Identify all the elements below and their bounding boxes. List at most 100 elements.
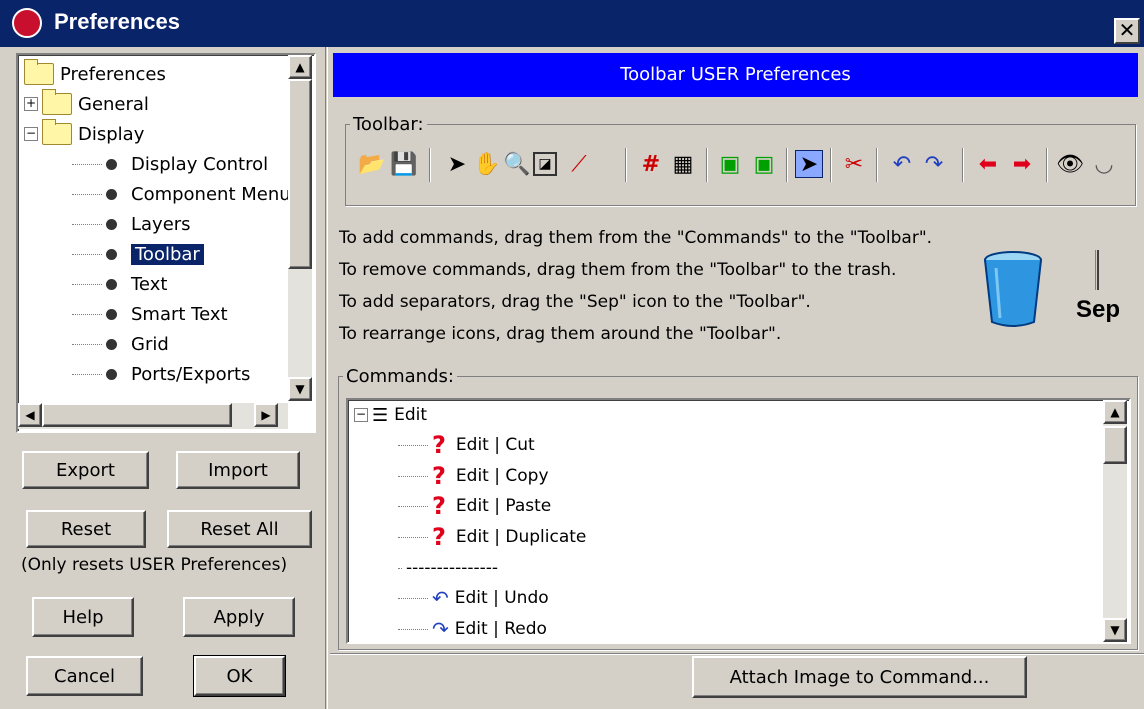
wire-icon[interactable]: ⟋ — [565, 150, 593, 178]
import-button[interactable]: Import — [176, 451, 300, 489]
separator-icon[interactable] — [1095, 250, 1099, 290]
title-bar: Preferences ✕ — [0, 0, 1144, 47]
undo-icon: ↶ — [432, 586, 449, 610]
apply-button[interactable]: Apply — [183, 597, 295, 637]
tree-item-component-menu[interactable]: Component Menu — [72, 179, 291, 209]
reset-all-button[interactable]: Reset All — [167, 510, 312, 548]
command-item[interactable]: ↷ Edit | Redo — [398, 614, 547, 642]
reset-note: (Only resets USER Preferences) — [21, 555, 288, 575]
instruction-line: To add commands, drag them from the "Com… — [339, 228, 933, 248]
command-label: Edit | Copy — [455, 466, 549, 486]
open-icon[interactable]: 📂 — [358, 150, 386, 178]
zoom-icon[interactable]: 🔍 — [503, 150, 531, 178]
tree-item-label: Layers — [131, 213, 191, 235]
scroll-thumb[interactable] — [288, 79, 312, 269]
pan-hand-icon[interactable]: ✋ — [473, 150, 501, 178]
command-separator[interactable]: --------------- — [398, 553, 498, 583]
tree-vertical-scrollbar[interactable]: ▲ ▼ — [288, 55, 312, 401]
section-header: Toolbar USER Preferences — [333, 53, 1138, 97]
toolbar-separator[interactable] — [429, 148, 431, 182]
fit-icon[interactable]: ◪ — [533, 152, 557, 176]
toolbar-separator[interactable] — [786, 148, 788, 182]
reset-button[interactable]: Reset — [26, 510, 146, 548]
export-button[interactable]: Export — [22, 451, 149, 489]
tree-item-text[interactable]: Text — [72, 269, 167, 299]
list-icon: ☰ — [372, 404, 389, 426]
attach-image-button[interactable]: Attach Image to Command... — [692, 656, 1027, 698]
tree-item-preferences[interactable]: Preferences — [24, 59, 166, 89]
redo-icon[interactable]: ↷ — [920, 150, 948, 178]
select-special-icon[interactable]: ➤ — [795, 150, 823, 178]
tree-item-label: Smart Text — [131, 303, 228, 325]
toolbar-separator[interactable] — [876, 148, 878, 182]
ok-button[interactable]: OK — [194, 656, 285, 696]
command-label: Edit | Paste — [455, 496, 552, 516]
command-label: Edit | Cut — [455, 435, 535, 455]
tree-item-layers[interactable]: Layers — [72, 209, 191, 239]
command-item[interactable]: ? Edit | Copy — [398, 461, 549, 491]
command-item[interactable]: ? Edit | Paste — [398, 491, 551, 521]
show-icon[interactable]: 👁 — [1056, 150, 1084, 178]
sep-label: Sep — [1076, 296, 1121, 323]
undo-icon[interactable]: ↶ — [888, 150, 916, 178]
commands-vertical-scrollbar[interactable]: ▲ ▼ — [1103, 400, 1127, 642]
scroll-left-icon[interactable]: ◀ — [18, 403, 42, 427]
command-group-label: Edit — [394, 405, 428, 425]
port-icon[interactable]: ▣ — [716, 150, 744, 178]
expand-icon[interactable]: + — [24, 97, 38, 111]
hide-icon[interactable]: ◡ — [1090, 150, 1118, 178]
trash-icon[interactable] — [982, 250, 1044, 330]
toolbar-separator[interactable] — [1046, 148, 1048, 182]
toolbar-separator[interactable] — [706, 148, 708, 182]
tools-icon[interactable]: ✂ — [840, 150, 868, 178]
cancel-button[interactable]: Cancel — [26, 656, 143, 696]
scroll-up-icon[interactable]: ▲ — [1103, 400, 1127, 424]
redo-icon: ↷ — [432, 617, 449, 641]
toolbar-separator[interactable] — [830, 148, 832, 182]
forward-arrow-icon[interactable]: ➡ — [1008, 150, 1036, 178]
tree-horizontal-scrollbar[interactable]: ◀ ▶ — [18, 403, 288, 429]
tree-item-general[interactable]: + General — [24, 89, 149, 119]
export-icon[interactable]: ▣ — [750, 150, 778, 178]
select-arrow-icon[interactable]: ➤ — [443, 150, 471, 178]
toolbar-separator[interactable] — [962, 148, 964, 182]
tree-item-display[interactable]: − Display — [24, 119, 144, 149]
tree-item-display-control[interactable]: Display Control — [72, 149, 268, 179]
scroll-thumb[interactable] — [1103, 426, 1127, 464]
tree-item-label: Toolbar — [131, 243, 204, 265]
grid-icon[interactable]: # — [637, 150, 665, 178]
scroll-down-icon[interactable]: ▼ — [288, 377, 312, 401]
grid-align-icon[interactable]: ▦ — [669, 150, 697, 178]
missing-image-icon: ? — [432, 462, 446, 490]
back-arrow-icon[interactable]: ⬅ — [974, 150, 1002, 178]
tree-item-label: Display — [78, 123, 145, 145]
scroll-right-icon[interactable]: ▶ — [254, 403, 278, 427]
scroll-thumb-horizontal[interactable] — [42, 403, 232, 427]
pane-divider[interactable] — [325, 47, 328, 709]
tree-item-smart-text[interactable]: Smart Text — [72, 299, 228, 329]
help-button[interactable]: Help — [32, 597, 134, 637]
save-icon[interactable]: 💾 — [390, 150, 418, 178]
command-group-edit[interactable]: − ☰ Edit — [354, 400, 427, 430]
collapse-icon[interactable]: − — [24, 127, 38, 141]
scroll-up-icon[interactable]: ▲ — [288, 55, 312, 79]
command-item[interactable]: ? Edit | Duplicate — [398, 522, 586, 552]
instruction-line: To add separators, drag the "Sep" icon t… — [339, 292, 811, 312]
close-button[interactable]: ✕ — [1114, 18, 1140, 44]
tree-item-toolbar[interactable]: Toolbar — [72, 239, 204, 269]
bullet-icon — [106, 278, 117, 290]
bullet-icon — [106, 218, 117, 230]
tree-item-label: Component Menu — [131, 183, 291, 205]
tree-item-ports-exports[interactable]: Ports/Exports — [72, 359, 250, 389]
commands-tree[interactable]: − ☰ Edit ? Edit | Cut ? Edit | Copy ? Edit … — [346, 398, 1131, 644]
preferences-tree[interactable]: Preferences + General − Display Display … — [16, 53, 316, 433]
collapse-icon[interactable]: − — [354, 408, 368, 422]
bullet-icon — [106, 248, 117, 260]
tree-item-label: Text — [131, 273, 168, 295]
tree-item-grid[interactable]: Grid — [72, 329, 169, 359]
command-item[interactable]: ↶ Edit | Undo — [398, 583, 549, 613]
scroll-down-icon[interactable]: ▼ — [1103, 618, 1127, 642]
command-item[interactable]: ? Edit | Cut — [398, 430, 535, 460]
toolbar-separator[interactable] — [625, 148, 627, 182]
bullet-icon — [106, 308, 117, 320]
